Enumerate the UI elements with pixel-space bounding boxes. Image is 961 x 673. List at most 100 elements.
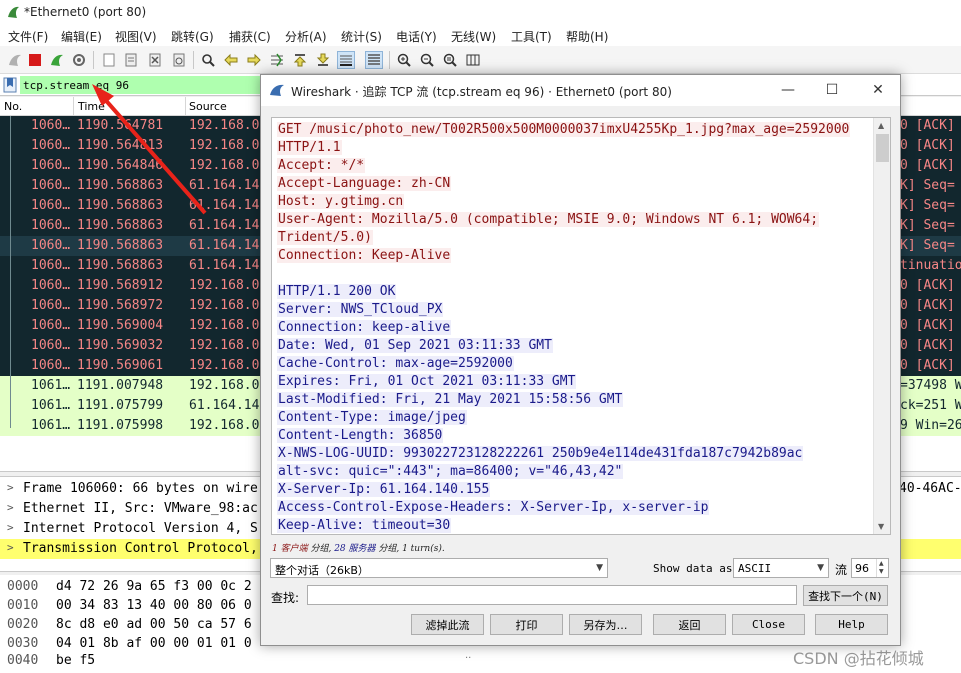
find-input[interactable] bbox=[307, 585, 797, 605]
filter-bookmark-icon[interactable] bbox=[3, 77, 17, 93]
packet-src: 192.168.0… bbox=[189, 358, 268, 373]
find-packet-icon[interactable] bbox=[199, 51, 217, 69]
packet-src: 192.168.0… bbox=[189, 278, 268, 293]
conversation-select[interactable]: 整个对话（26kB） ▼ bbox=[270, 558, 608, 578]
menu-telephony[interactable]: 电话(Y) bbox=[396, 28, 437, 45]
packet-info: 0 [ACK] bbox=[900, 358, 955, 373]
shark-fin-start-icon[interactable] bbox=[6, 51, 24, 69]
packet-info: ck=251 W bbox=[900, 398, 961, 413]
go-forward-icon[interactable] bbox=[245, 51, 263, 69]
print-button[interactable]: 打印 bbox=[490, 614, 563, 635]
menu-view[interactable]: 视图(V) bbox=[115, 28, 157, 45]
go-first-icon[interactable] bbox=[291, 51, 309, 69]
filter-out-stream-button[interactable]: 滤掉此流 bbox=[411, 614, 484, 635]
menu-file[interactable]: 文件(F) bbox=[8, 28, 48, 45]
spin-up-icon[interactable]: ▲ bbox=[879, 560, 884, 567]
wireshark-fin-icon bbox=[270, 84, 284, 96]
client-line: Accept-Language: zh-CN bbox=[277, 176, 452, 191]
scroll-up-icon[interactable]: ▲ bbox=[878, 121, 884, 130]
client-line: Connection: Keep-Alive bbox=[277, 248, 452, 263]
stream-content[interactable]: GET /music/photo_new/T002R500x500M000003… bbox=[271, 117, 891, 535]
find-next-button[interactable]: 查找下一个(N) bbox=[803, 585, 888, 606]
packet-src: 192.168.0… bbox=[189, 318, 268, 333]
dialog-titlebar[interactable]: Wireshark · 追踪 TCP 流 (tcp.stream eq 96) … bbox=[261, 75, 900, 106]
menu-go[interactable]: 跳转(G) bbox=[171, 28, 214, 45]
packet-src: 61.164.14… bbox=[189, 198, 268, 213]
expand-arrow-icon[interactable]: > bbox=[7, 501, 14, 514]
packet-time: 1190.569032 bbox=[77, 338, 164, 353]
scroll-down-icon[interactable]: ▼ bbox=[878, 522, 884, 531]
packet-time: 1190.564846 bbox=[77, 158, 164, 173]
help-button[interactable]: Help bbox=[815, 614, 888, 635]
restart-capture-icon[interactable] bbox=[48, 51, 66, 69]
menu-wireless[interactable]: 无线(W) bbox=[451, 28, 496, 45]
server-line: Cache-Control: max-age=2592000 bbox=[277, 356, 514, 371]
menu-statistics[interactable]: 统计(S) bbox=[341, 28, 382, 45]
back-button[interactable]: 返回 bbox=[653, 614, 726, 635]
capture-options-icon[interactable] bbox=[70, 51, 88, 69]
packet-no: 1061… bbox=[31, 378, 71, 393]
go-to-packet-icon[interactable] bbox=[268, 51, 286, 69]
menu-help[interactable]: 帮助(H) bbox=[566, 28, 608, 45]
follow-tcp-stream-dialog: Wireshark · 追踪 TCP 流 (tcp.stream eq 96) … bbox=[260, 74, 901, 646]
packet-src: 61.164.14… bbox=[189, 218, 268, 233]
packet-info: K] Seq= bbox=[900, 178, 955, 193]
menu-bar: 文件(F) 编辑(E) 视图(V) 跳转(G) 捕获(C) 分析(A) 统计(S… bbox=[0, 25, 961, 46]
expand-arrow-icon[interactable]: > bbox=[7, 541, 14, 554]
packet-time: 1190.568863 bbox=[77, 258, 164, 273]
wireshark-app-icon bbox=[8, 6, 19, 18]
show-data-as-select[interactable]: ASCII ▼ bbox=[733, 558, 829, 578]
close-file-icon[interactable] bbox=[146, 51, 164, 69]
server-line: Expires: Fri, 01 Oct 2021 03:11:33 GMT bbox=[277, 374, 577, 389]
chevron-down-icon: ▼ bbox=[817, 563, 824, 573]
client-line: User-Agent: Mozilla/5.0 (compatible; MSI… bbox=[277, 212, 820, 227]
packet-info: 0 [ACK] bbox=[900, 338, 955, 353]
expand-arrow-icon[interactable]: > bbox=[7, 521, 14, 534]
column-time[interactable]: Time bbox=[78, 100, 105, 113]
display-filter-input[interactable] bbox=[20, 76, 260, 94]
go-back-icon[interactable] bbox=[222, 51, 240, 69]
column-source[interactable]: Source bbox=[189, 100, 227, 113]
autoscroll-icon[interactable] bbox=[337, 51, 355, 69]
column-no[interactable]: No. bbox=[4, 100, 22, 113]
close-button[interactable]: Close bbox=[732, 614, 805, 635]
packet-info: 0 [ACK] bbox=[900, 278, 955, 293]
stream-number-spinbox[interactable]: 96 ▲ ▼ bbox=[851, 558, 889, 578]
main-titlebar[interactable]: *Ethernet0 (port 80) bbox=[0, 0, 961, 25]
packet-info: 0 [ACK] bbox=[900, 298, 955, 313]
menu-tools[interactable]: 工具(T) bbox=[511, 28, 552, 45]
maximize-icon[interactable]: ☐ bbox=[823, 81, 841, 99]
client-line: Host: y.gtimg.cn bbox=[277, 194, 405, 209]
zoom-normal-icon[interactable] bbox=[441, 51, 459, 69]
server-line: Connection: keep-alive bbox=[277, 320, 452, 335]
stop-capture-icon[interactable] bbox=[26, 51, 44, 69]
menu-analyze[interactable]: 分析(A) bbox=[285, 28, 327, 45]
packet-no: 1060… bbox=[31, 298, 71, 313]
packet-info: K] Seq= bbox=[900, 198, 955, 213]
save-file-icon[interactable] bbox=[122, 51, 140, 69]
minimize-icon[interactable]: — bbox=[779, 81, 797, 99]
packet-src: 192.168.0… bbox=[189, 298, 268, 313]
colorize-icon[interactable] bbox=[365, 51, 383, 69]
packet-no: 1060… bbox=[31, 198, 71, 213]
menu-edit[interactable]: 编辑(E) bbox=[61, 28, 102, 45]
scroll-thumb[interactable] bbox=[876, 134, 889, 162]
reload-file-icon[interactable] bbox=[170, 51, 188, 69]
save-as-button[interactable]: 另存为… bbox=[569, 614, 642, 635]
packet-no: 1060… bbox=[31, 318, 71, 333]
packet-info: 0 [ACK] bbox=[900, 318, 955, 333]
stream-scrollbar[interactable]: ▲ ▼ bbox=[873, 118, 890, 534]
zoom-out-icon[interactable] bbox=[418, 51, 436, 69]
packet-info: K] Seq= bbox=[900, 238, 955, 253]
close-icon[interactable]: ✕ bbox=[869, 81, 887, 99]
menu-capture[interactable]: 捕获(C) bbox=[229, 28, 271, 45]
packet-src: 192.168.0… bbox=[189, 118, 268, 133]
show-data-as-label: Show data as bbox=[653, 562, 733, 575]
expand-arrow-icon[interactable]: > bbox=[7, 481, 14, 494]
zoom-in-icon[interactable] bbox=[395, 51, 413, 69]
open-file-icon[interactable] bbox=[100, 51, 118, 69]
packet-info: 0 [ACK] bbox=[900, 138, 955, 153]
resize-columns-icon[interactable] bbox=[464, 51, 482, 69]
spin-down-icon[interactable]: ▼ bbox=[879, 568, 884, 575]
go-last-icon[interactable] bbox=[314, 51, 332, 69]
